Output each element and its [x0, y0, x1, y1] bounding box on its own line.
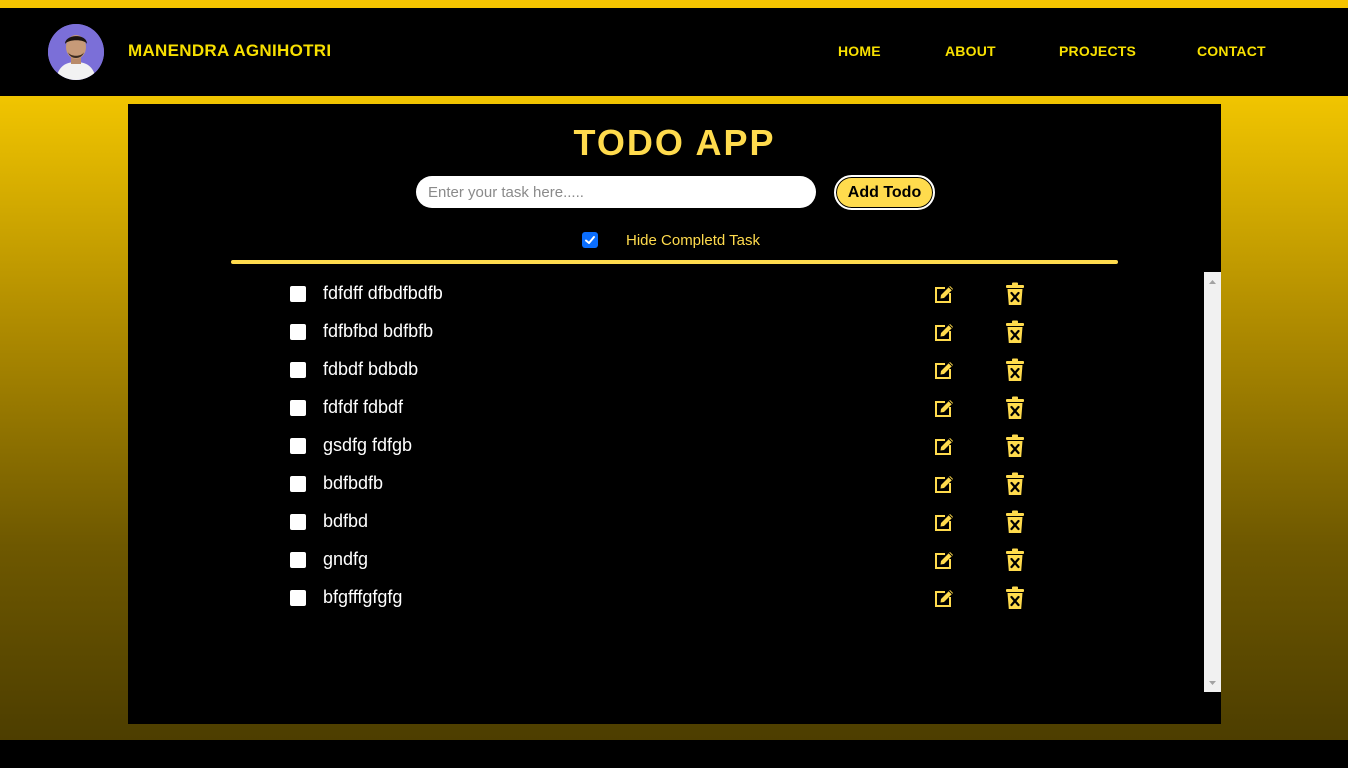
hide-completed-checkbox[interactable] — [582, 232, 598, 248]
edit-icon[interactable] — [932, 472, 956, 496]
todo-text: gndfg — [323, 549, 369, 569]
trash-x-icon[interactable] — [1004, 472, 1026, 496]
add-todo-button[interactable]: Add Todo — [834, 175, 935, 210]
edit-icon[interactable] — [932, 586, 956, 610]
edit-icon[interactable] — [932, 320, 956, 344]
app-title: TODO APP — [573, 122, 776, 163]
edit-icon[interactable] — [932, 282, 956, 306]
todo-checkbox[interactable] — [290, 514, 306, 530]
todo-text: fdfdff dfbdfbdfb — [323, 283, 443, 303]
check-icon — [585, 236, 595, 244]
todo-checkbox[interactable] — [290, 324, 306, 340]
todo-list: fdfdff dfbdfbdfb fdfbfbd bdfbfb fdbdf bdbd… — [128, 272, 1204, 692]
footer-strip — [0, 740, 1348, 768]
divider — [231, 260, 1118, 264]
todo-checkbox[interactable] — [290, 590, 306, 606]
nav-links: HOME ABOUT PROJECTS CONTACT — [0, 43, 1348, 63]
todo-text: bdfbd — [323, 511, 369, 531]
trash-x-icon[interactable] — [1004, 320, 1026, 344]
trash-x-icon[interactable] — [1004, 396, 1026, 420]
nav-home-link[interactable]: HOME — [838, 43, 881, 59]
trash-x-icon[interactable] — [1004, 282, 1026, 306]
trash-x-icon[interactable] — [1004, 434, 1026, 458]
edit-icon[interactable] — [932, 548, 956, 572]
nav-about-link[interactable]: ABOUT — [945, 43, 996, 59]
edit-icon[interactable] — [932, 358, 956, 382]
navbar: MANENDRA AGNIHOTRI HOME ABOUT PROJECTS C… — [0, 8, 1348, 96]
edit-icon[interactable] — [932, 510, 956, 534]
nav-projects-link[interactable]: PROJECTS — [1059, 43, 1136, 59]
todo-card: TODO APP Add Todo Hide Completd Task fdf… — [128, 104, 1221, 724]
trash-x-icon[interactable] — [1004, 510, 1026, 534]
todo-item: gsdfg fdfgb — [128, 434, 1204, 464]
todo-item: fdbdf bdbdb — [128, 358, 1204, 388]
todo-checkbox[interactable] — [290, 286, 306, 302]
todo-item: bdfbdfb — [128, 472, 1204, 502]
todo-item: bdfbd — [128, 510, 1204, 540]
todo-checkbox[interactable] — [290, 438, 306, 454]
todo-item: fdfdff dfbdfbdfb — [128, 282, 1204, 312]
task-input[interactable] — [416, 176, 816, 208]
trash-x-icon[interactable] — [1004, 548, 1026, 572]
todo-item: fdfbfbd bdfbfb — [128, 320, 1204, 350]
todo-text: gsdfg fdfgb — [323, 435, 413, 455]
hide-completed-label: Hide Completd Task — [626, 232, 760, 249]
scroll-down-arrow-icon[interactable] — [1208, 678, 1217, 687]
todo-item: fdfdf fdbdf — [128, 396, 1204, 426]
scroll-up-arrow-icon[interactable] — [1208, 278, 1217, 287]
edit-icon[interactable] — [932, 434, 956, 458]
todo-text: bfgfffgfgfg — [323, 587, 403, 607]
todo-text: fdfbfbd bdfbfb — [323, 321, 434, 341]
trash-x-icon[interactable] — [1004, 586, 1026, 610]
hide-completed-toggle: Hide Completd Task — [582, 231, 882, 249]
todo-checkbox[interactable] — [290, 362, 306, 378]
todo-text: fdfdf fdbdf — [323, 397, 404, 417]
todo-item: gndfg — [128, 548, 1204, 578]
todo-item: bfgfffgfgfg — [128, 586, 1204, 616]
todo-checkbox[interactable] — [290, 552, 306, 568]
todo-text: fdbdf bdbdb — [323, 359, 419, 379]
top-accent-strip — [0, 0, 1348, 8]
scrollbar[interactable] — [1204, 272, 1221, 692]
edit-icon[interactable] — [932, 396, 956, 420]
todo-checkbox[interactable] — [290, 400, 306, 416]
trash-x-icon[interactable] — [1004, 358, 1026, 382]
todo-checkbox[interactable] — [290, 476, 306, 492]
nav-contact-link[interactable]: CONTACT — [1197, 43, 1266, 59]
todo-text: bdfbdfb — [323, 473, 384, 493]
